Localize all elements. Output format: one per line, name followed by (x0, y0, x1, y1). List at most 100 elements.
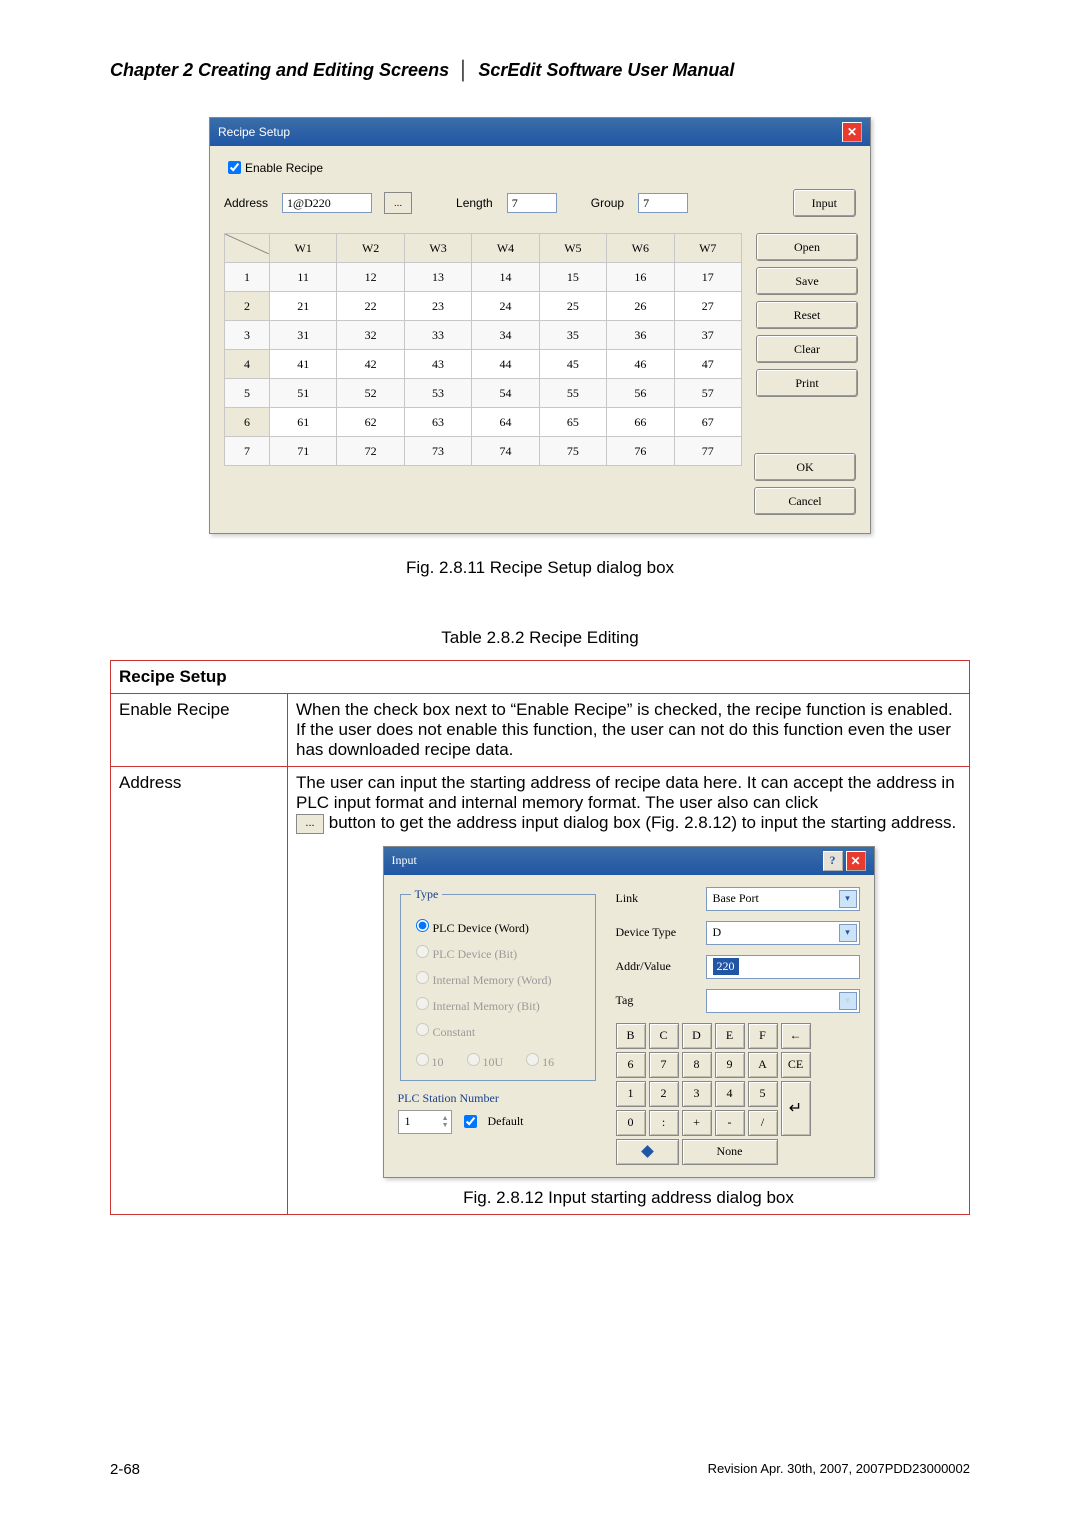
keypad-key[interactable]: - (715, 1110, 745, 1136)
keypad-key[interactable]: 9 (715, 1052, 745, 1078)
keypad-key[interactable]: 7 (649, 1052, 679, 1078)
grid-cell[interactable]: 64 (472, 408, 539, 437)
address-input[interactable] (282, 193, 372, 213)
link-combo[interactable]: Base Port▾ (706, 887, 860, 911)
grid-cell[interactable]: 17 (674, 263, 741, 292)
grid-cell[interactable]: 41 (270, 350, 337, 379)
grid-cell[interactable]: 16 (607, 263, 674, 292)
radio-base10[interactable]: 10 (411, 1050, 444, 1070)
diamond-key[interactable] (616, 1139, 679, 1165)
radio-input[interactable] (416, 997, 429, 1010)
grid-cell[interactable]: 65 (539, 408, 606, 437)
default-checkbox[interactable] (464, 1115, 477, 1128)
keypad-key[interactable]: 4 (715, 1081, 745, 1107)
keypad-key[interactable]: 8 (682, 1052, 712, 1078)
grid-cell[interactable]: 15 (539, 263, 606, 292)
devtype-combo[interactable]: D▾ (706, 921, 860, 945)
keypad-key[interactable]: 6 (616, 1052, 646, 1078)
grid-cell[interactable]: 66 (607, 408, 674, 437)
grid-cell[interactable]: 34 (472, 321, 539, 350)
plc-station-spinner[interactable]: 1 ▲▼ (398, 1110, 452, 1134)
ellipsis-button[interactable]: ... (384, 192, 412, 214)
enable-recipe-checkbox[interactable] (228, 161, 241, 174)
radio-input[interactable] (467, 1053, 480, 1066)
radio-imem-bit[interactable]: Internal Memory (Bit) (411, 994, 585, 1014)
grid-cell[interactable]: 56 (607, 379, 674, 408)
radio-input[interactable] (416, 1023, 429, 1036)
grid-cell[interactable]: 63 (404, 408, 471, 437)
grid-cell[interactable]: 61 (270, 408, 337, 437)
grid-cell[interactable]: 23 (404, 292, 471, 321)
radio-input[interactable] (416, 971, 429, 984)
grid-cell[interactable]: 33 (404, 321, 471, 350)
clear-entry-key[interactable]: CE (781, 1052, 811, 1078)
radio-input[interactable] (416, 945, 429, 958)
keypad-key[interactable]: 1 (616, 1081, 646, 1107)
grid-cell[interactable]: 72 (337, 437, 404, 466)
grid-cell[interactable]: 45 (539, 350, 606, 379)
open-button[interactable]: Open (756, 233, 858, 261)
grid-cell[interactable]: 36 (607, 321, 674, 350)
grid-cell[interactable]: 76 (607, 437, 674, 466)
grid-cell[interactable]: 42 (337, 350, 404, 379)
grid-cell[interactable]: 57 (674, 379, 741, 408)
print-button[interactable]: Print (756, 369, 858, 397)
clear-button[interactable]: Clear (756, 335, 858, 363)
grid-cell[interactable]: 21 (270, 292, 337, 321)
keypad-key[interactable]: 0 (616, 1110, 646, 1136)
chevron-down-icon[interactable]: ▾ (839, 924, 857, 942)
grid-cell[interactable]: 53 (404, 379, 471, 408)
backspace-key[interactable]: ← (781, 1023, 811, 1049)
keypad-key[interactable]: / (748, 1110, 778, 1136)
radio-imem-word[interactable]: Internal Memory (Word) (411, 968, 585, 988)
grid-cell[interactable]: 54 (472, 379, 539, 408)
grid-cell[interactable]: 77 (674, 437, 741, 466)
ok-button[interactable]: OK (754, 453, 856, 481)
grid-cell[interactable]: 12 (337, 263, 404, 292)
none-key[interactable]: None (682, 1139, 778, 1165)
grid-cell[interactable]: 37 (674, 321, 741, 350)
grid-cell[interactable]: 47 (674, 350, 741, 379)
grid-cell[interactable]: 11 (270, 263, 337, 292)
keypad-key[interactable]: : (649, 1110, 679, 1136)
keypad-key[interactable]: 5 (748, 1081, 778, 1107)
grid-cell[interactable]: 27 (674, 292, 741, 321)
grid-cell[interactable]: 13 (404, 263, 471, 292)
chevron-down-icon[interactable]: ▾ (839, 890, 857, 908)
radio-input[interactable] (416, 919, 429, 932)
grid-cell[interactable]: 55 (539, 379, 606, 408)
enter-key[interactable]: ↵ (781, 1081, 811, 1136)
grid-cell[interactable]: 22 (337, 292, 404, 321)
grid-cell[interactable]: 43 (404, 350, 471, 379)
chevron-down-icon[interactable]: ▾ (839, 992, 857, 1010)
spinner-arrows-icon[interactable]: ▲▼ (442, 1115, 449, 1129)
grid-cell[interactable]: 62 (337, 408, 404, 437)
keypad-key[interactable]: E (715, 1023, 745, 1049)
radio-plc-word[interactable]: PLC Device (Word) (411, 916, 585, 936)
keypad-key[interactable]: + (682, 1110, 712, 1136)
radio-base16[interactable]: 16 (521, 1050, 554, 1070)
keypad-key[interactable]: F (748, 1023, 778, 1049)
keypad-key[interactable]: 2 (649, 1081, 679, 1107)
radio-input[interactable] (526, 1053, 539, 1066)
grid-cell[interactable]: 14 (472, 263, 539, 292)
keypad-key[interactable]: A (748, 1052, 778, 1078)
cancel-button[interactable]: Cancel (754, 487, 856, 515)
grid-cell[interactable]: 74 (472, 437, 539, 466)
length-input[interactable] (507, 193, 557, 213)
grid-cell[interactable]: 26 (607, 292, 674, 321)
grid-cell[interactable]: 52 (337, 379, 404, 408)
grid-cell[interactable]: 51 (270, 379, 337, 408)
keypad-key[interactable]: 3 (682, 1081, 712, 1107)
radio-constant[interactable]: Constant (411, 1020, 585, 1040)
keypad-key[interactable]: C (649, 1023, 679, 1049)
save-button[interactable]: Save (756, 267, 858, 295)
grid-cell[interactable]: 75 (539, 437, 606, 466)
input-button[interactable]: Input (793, 189, 856, 217)
grid-cell[interactable]: 35 (539, 321, 606, 350)
grid-cell[interactable]: 24 (472, 292, 539, 321)
tag-combo[interactable]: ▾ (706, 989, 860, 1013)
radio-base10u[interactable]: 10U (462, 1050, 504, 1070)
radio-plc-bit[interactable]: PLC Device (Bit) (411, 942, 585, 962)
grid-cell[interactable]: 44 (472, 350, 539, 379)
